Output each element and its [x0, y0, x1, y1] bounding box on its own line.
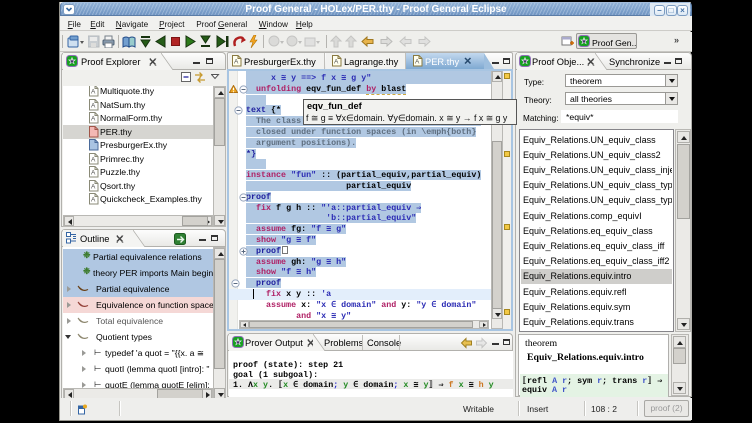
svg-text:A: A [91, 116, 96, 123]
svg-text:A: A [234, 59, 239, 66]
svg-text:A: A [91, 170, 96, 177]
svg-text:A: A [91, 102, 96, 109]
svg-text:A: A [91, 197, 96, 204]
svg-text:A: A [415, 59, 420, 66]
svg-text:A: A [91, 156, 96, 163]
svg-text:A: A [91, 183, 96, 190]
svg-text:A: A [334, 59, 339, 66]
svg-text:A: A [91, 89, 96, 96]
